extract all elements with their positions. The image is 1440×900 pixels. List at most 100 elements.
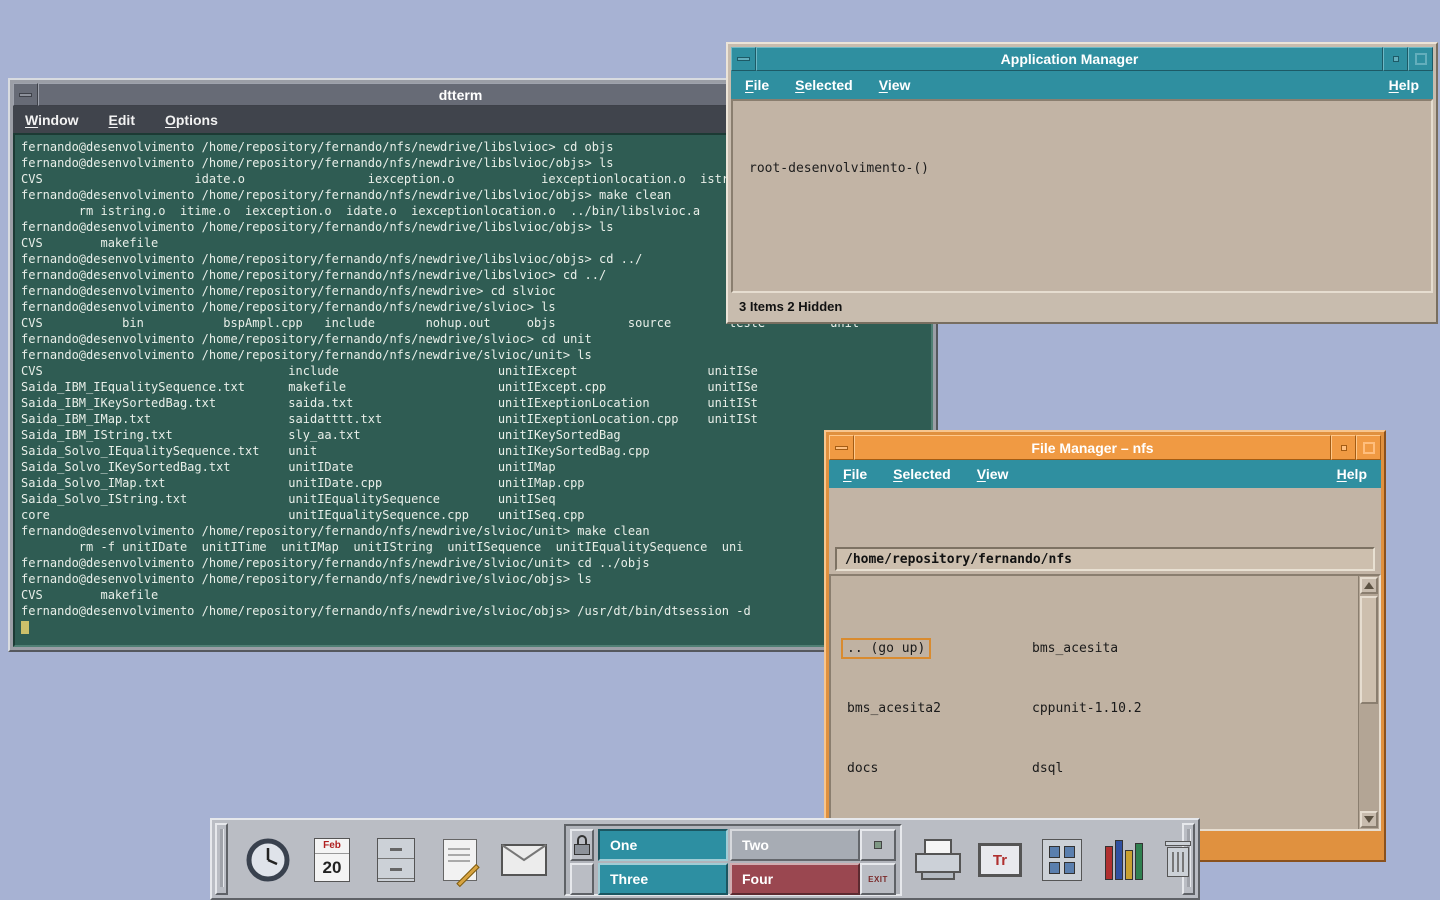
scroll-down-button[interactable]	[1360, 811, 1378, 828]
menu-selected[interactable]: Selected	[791, 74, 857, 96]
menu-window[interactable]: Window	[21, 109, 83, 131]
menu-view[interactable]: View	[875, 74, 915, 96]
calendar-button[interactable]: Feb 20	[304, 828, 360, 892]
terminal-line: fernando@desenvolvimento /home/repositor…	[21, 571, 931, 587]
appmgr-item[interactable]: root-desenvolvimento-()	[749, 161, 929, 176]
appmgr-menubar: File Selected View Help	[731, 71, 1433, 99]
terminal-line: Saida_Solvo_IString.txt unitIEqualitySeq…	[21, 491, 931, 507]
fm-items-grid: .. (go up) bms_acesita bms_acesita2 cppu…	[841, 576, 1353, 829]
appmgr-titlebar[interactable]: Application Manager	[731, 47, 1433, 71]
scrollbar-thumb[interactable]	[1360, 596, 1378, 704]
style-manager-label: Tr	[993, 852, 1007, 869]
trash-button[interactable]	[1150, 828, 1206, 892]
menu-selected[interactable]: Selected	[889, 463, 955, 485]
mail-button[interactable]	[496, 828, 552, 892]
menu-view[interactable]: View	[973, 463, 1013, 485]
appmgr-title: Application Manager	[756, 47, 1383, 71]
file-item[interactable]: bms_acesita2	[841, 656, 1026, 716]
terminal-line: Saida_IBM_IMap.txt saidatttt.txt unitIEx…	[21, 411, 931, 427]
file-manager-window: File Manager – nfs File Selected View He…	[824, 430, 1386, 862]
workspace-three-button[interactable]: Three	[598, 863, 728, 895]
calendar-icon: Feb 20	[314, 838, 350, 882]
fm-title: File Manager – nfs	[854, 435, 1331, 460]
help-button[interactable]	[1096, 828, 1152, 892]
terminal-line: Saida_IBM_IString.txt sly_aa.txt unitIKe…	[21, 427, 931, 443]
menu-file[interactable]: File	[741, 74, 773, 96]
window-menu-icon	[737, 57, 750, 61]
file-item[interactable]: dsql	[1026, 716, 1353, 776]
window-menu-icon	[19, 93, 32, 97]
calendar-month: Feb	[315, 839, 349, 854]
busy-light-icon	[874, 841, 882, 849]
file-item[interactable]: .. (go up)	[841, 596, 1026, 656]
file-item[interactable]: bms_acesita	[1026, 596, 1353, 656]
workspace-two-button[interactable]: Two	[730, 829, 860, 861]
fm-menubar: File Selected View Help	[829, 460, 1381, 488]
terminal-line: CVS include unitIExcept unitISe	[21, 363, 931, 379]
window-menu-button[interactable]	[731, 47, 756, 71]
blank-button[interactable]	[570, 863, 594, 895]
clock-button[interactable]	[240, 828, 296, 892]
terminal-line: fernando@desenvolvimento /home/repositor…	[21, 347, 931, 363]
calendar-day: 20	[315, 854, 349, 882]
terminal-line: core unitIEqualitySequence.cpp unitISeq.…	[21, 507, 931, 523]
application-manager-window: Application Manager File Selected View H…	[726, 42, 1438, 324]
appmgr-statusbar: 3 Items 2 Hidden	[731, 293, 1433, 319]
workspace-one-button[interactable]: One	[598, 829, 728, 861]
terminal-line: fernando@desenvolvimento /home/repositor…	[21, 523, 931, 539]
workspace-four-button[interactable]: Four	[730, 863, 860, 895]
exit-label: EXIT	[868, 875, 888, 884]
printer-icon	[914, 838, 962, 882]
menu-help[interactable]: Help	[1385, 74, 1423, 96]
current-path-field[interactable]: /home/repository/fernando/nfs	[835, 547, 1375, 571]
file-cabinet-icon	[377, 838, 415, 882]
printer-button[interactable]	[910, 828, 966, 892]
window-menu-button[interactable]	[13, 83, 38, 106]
maximize-icon	[1415, 53, 1427, 65]
maximize-icon	[1363, 442, 1375, 454]
style-manager-button[interactable]: Tr	[972, 828, 1028, 892]
panel-left-handle[interactable]	[215, 823, 228, 895]
text-note-button[interactable]	[432, 828, 488, 892]
minimize-button[interactable]	[1383, 47, 1408, 71]
fm-path-row: /home/repository/fernando/nfs	[829, 544, 1381, 574]
file-item[interactable]: docs	[841, 716, 1026, 776]
menu-options[interactable]: Options	[161, 109, 222, 131]
scroll-up-button[interactable]	[1360, 577, 1378, 594]
fm-titlebar[interactable]: File Manager – nfs	[829, 435, 1381, 460]
maximize-button[interactable]	[1408, 47, 1433, 71]
maximize-button[interactable]	[1356, 435, 1381, 460]
lock-icon	[574, 835, 590, 855]
note-pencil-icon	[443, 839, 477, 881]
app-manager-button[interactable]	[1034, 828, 1090, 892]
terminal-line: fernando@desenvolvimento /home/repositor…	[21, 603, 931, 619]
menu-help[interactable]: Help	[1333, 463, 1371, 485]
terminal-line: Saida_Solvo_IEqualitySequence.txt unit u…	[21, 443, 931, 459]
window-menu-icon	[835, 446, 848, 450]
menu-edit[interactable]: Edit	[105, 109, 139, 131]
lock-button[interactable]	[570, 829, 594, 861]
arrow-up-icon	[1364, 582, 1374, 589]
busy-light	[860, 829, 896, 861]
file-manager-button[interactable]	[368, 828, 424, 892]
clock-icon	[244, 833, 292, 887]
minimize-icon	[1341, 445, 1347, 451]
help-books-icon	[1105, 840, 1143, 880]
appmgr-file-view[interactable]: root-desenvolvimento-()	[731, 99, 1433, 293]
app-manager-icon	[1042, 839, 1082, 881]
file-item[interactable]: cppunit-1.10.2	[1026, 656, 1353, 716]
menu-file[interactable]: File	[839, 463, 871, 485]
vertical-scrollbar[interactable]	[1358, 576, 1379, 829]
fm-file-list[interactable]: .. (go up) bms_acesita bms_acesita2 cppu…	[829, 574, 1381, 831]
terminal-cursor	[21, 621, 29, 634]
fm-icon-path-area	[829, 488, 1381, 544]
terminal-line: fernando@desenvolvimento /home/repositor…	[21, 331, 931, 347]
exit-button[interactable]: EXIT	[860, 863, 896, 895]
mail-icon	[501, 844, 547, 876]
window-menu-button[interactable]	[829, 435, 854, 460]
appmgr-status-text: 3 Items 2 Hidden	[739, 299, 842, 314]
front-panel: Feb 20 One Two Three Four EXIT	[210, 818, 1200, 900]
minimize-button[interactable]	[1331, 435, 1356, 460]
style-manager-icon: Tr	[978, 843, 1022, 877]
workspace-switcher: One Two Three Four EXIT	[564, 824, 902, 896]
